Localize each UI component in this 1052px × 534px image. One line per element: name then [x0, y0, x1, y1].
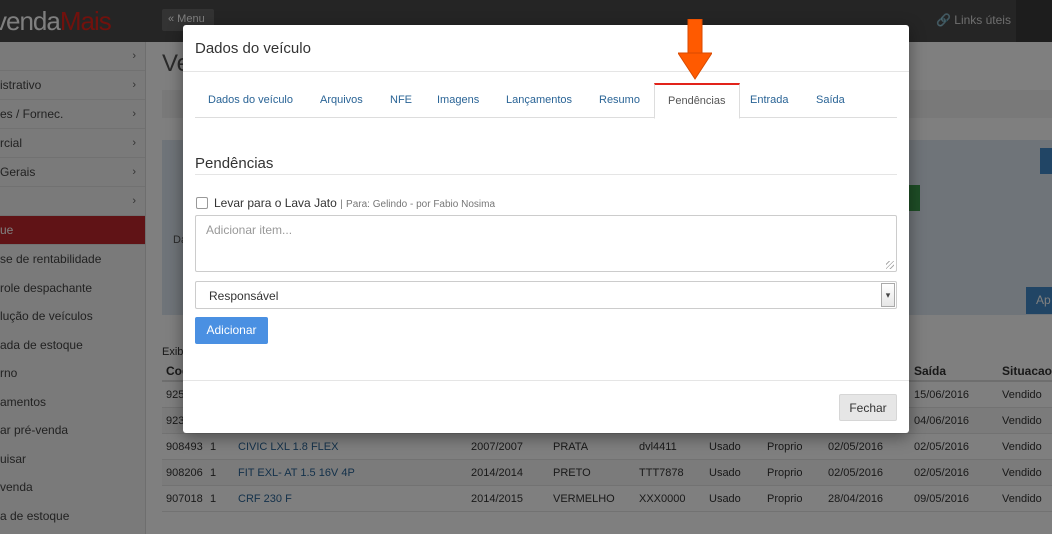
add-button[interactable]: Adicionar [195, 317, 268, 344]
section-divider [195, 174, 897, 175]
resize-grip-icon[interactable] [886, 261, 894, 269]
modal-header: Dados do veículo [183, 25, 909, 72]
new-item-textarea[interactable]: Adicionar item... [195, 215, 897, 272]
responsavel-select[interactable]: Responsável ▾ [195, 281, 897, 309]
modal-footer: Fechar [183, 380, 909, 433]
section-title-pendencias: Pendências [195, 155, 274, 172]
chevron-down-icon[interactable]: ▾ [881, 283, 895, 307]
modal-tabs: Dados do veículo Arquivos NFE Imagens La… [195, 83, 897, 119]
pending-meta: Para: Gelindo - por Fabio Nosima [346, 199, 496, 210]
tab-imagens[interactable]: Imagens [424, 83, 492, 118]
pending-item: Levar para o Lava Jato | Para: Gelindo -… [196, 196, 495, 210]
tab-nfe[interactable]: NFE [377, 83, 425, 118]
tab-saida[interactable]: Saída [803, 83, 858, 118]
tab-pendencias[interactable]: Pendências [654, 83, 740, 119]
tab-dados-do-veiculo[interactable]: Dados do veículo [195, 83, 306, 118]
pending-separator: | [340, 199, 343, 210]
arrow-down-icon [678, 19, 712, 80]
tab-entrada[interactable]: Entrada [737, 83, 802, 118]
modal-title: Dados do veículo [195, 40, 311, 57]
close-button[interactable]: Fechar [839, 394, 897, 421]
tab-resumo[interactable]: Resumo [586, 83, 653, 118]
pending-label: Levar para o Lava Jato [214, 196, 337, 210]
tab-arquivos[interactable]: Arquivos [307, 83, 376, 118]
tab-lancamentos[interactable]: Lançamentos [493, 83, 585, 118]
pending-checkbox[interactable] [196, 197, 208, 209]
new-item-placeholder: Adicionar item... [206, 223, 293, 237]
responsavel-value: Responsável [209, 289, 279, 303]
vehicle-data-modal: Dados do veículo Dados do veículo Arquiv… [183, 19, 909, 433]
